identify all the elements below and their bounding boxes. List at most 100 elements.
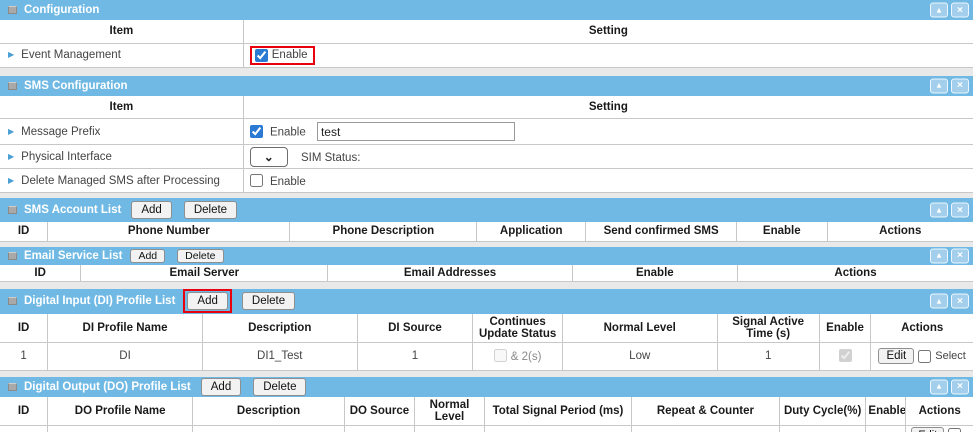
- do-duty-cycle-cell: 100: [779, 425, 866, 432]
- column-header: Phone Description: [290, 222, 477, 241]
- section-square-icon: [8, 6, 17, 14]
- do-normal-level-cell: Low: [414, 425, 484, 432]
- column-header: ID: [0, 314, 48, 343]
- collapse-icon[interactable]: ▴: [930, 248, 948, 263]
- column-header: Normal Level: [562, 314, 717, 343]
- section-title: Configuration: [24, 4, 99, 16]
- event-management-label-cell: ▶Event Management: [0, 43, 243, 67]
- enable-label: Enable: [270, 176, 306, 188]
- collapse-icon[interactable]: ▴: [930, 78, 948, 93]
- row-arrow-icon: ▶: [8, 50, 14, 59]
- column-header: Email Addresses: [328, 265, 572, 282]
- table-row: 1 DI DI1_Test 1 & 2(s) Low 1 Edit Select: [0, 342, 973, 370]
- add-button[interactable]: Add: [130, 249, 165, 263]
- select-checkbox[interactable]: [918, 350, 931, 363]
- message-prefix-input[interactable]: [317, 122, 515, 141]
- physical-interface-label-cell: ▶Physical Interface: [0, 145, 243, 169]
- table-row: ▶Delete Managed SMS after Processing Ena…: [0, 169, 973, 193]
- message-prefix-label-cell: ▶Message Prefix: [0, 119, 243, 145]
- physical-interface-select[interactable]: ⌄: [250, 147, 288, 167]
- close-icon[interactable]: ✕: [951, 248, 969, 263]
- edit-button[interactable]: Edit: [911, 427, 944, 432]
- close-icon[interactable]: ✕: [951, 294, 969, 309]
- column-header: Actions: [906, 397, 973, 426]
- section-square-icon: [8, 206, 17, 214]
- add-button[interactable]: Add: [201, 378, 241, 396]
- column-header: Signal Active Time (s): [717, 314, 819, 343]
- row-arrow-icon: ▶: [8, 127, 14, 136]
- select-checkbox[interactable]: [948, 428, 961, 432]
- column-header: Actions: [871, 314, 973, 343]
- do-description-cell: FANONOFF: [193, 425, 345, 432]
- di-actions-cell: Edit Select: [871, 342, 973, 370]
- di-profile-list-header: Digital Input (DI) Profile List Add Dele…: [0, 289, 973, 314]
- delete-managed-sms-label-cell: ▶Delete Managed SMS after Processing: [0, 169, 243, 193]
- red-annotation-box: Enable: [250, 46, 315, 65]
- column-header: DI Profile Name: [48, 314, 203, 343]
- update-status-checkbox: [494, 349, 507, 362]
- add-button[interactable]: Add: [187, 292, 227, 310]
- collapse-icon[interactable]: ▴: [930, 203, 948, 218]
- table-row: ▶Message Prefix Enable: [0, 119, 973, 145]
- delete-managed-sms-enable-checkbox[interactable]: [250, 174, 263, 187]
- close-icon[interactable]: ✕: [951, 203, 969, 218]
- close-icon[interactable]: ✕: [951, 379, 969, 394]
- table-row: 1 FAN FANONOFF 1 Low 10000 & 0 100 Edit …: [0, 425, 973, 432]
- event-management-setting-cell: Enable: [243, 43, 973, 67]
- delete-button[interactable]: Delete: [177, 249, 223, 263]
- do-actions-cell: Edit Select: [906, 425, 973, 432]
- add-button[interactable]: Add: [131, 201, 171, 219]
- select-label: Select: [935, 350, 966, 362]
- delete-button[interactable]: Delete: [242, 292, 295, 310]
- column-header: Description: [193, 397, 345, 426]
- column-header-setting: Setting: [243, 20, 973, 43]
- do-name-cell: FAN: [48, 425, 193, 432]
- do-enable-cell: [866, 425, 906, 432]
- section-title: Email Service List: [24, 250, 122, 262]
- section-title: Digital Input (DI) Profile List: [24, 295, 175, 307]
- delete-button[interactable]: Delete: [184, 201, 237, 219]
- section-square-icon: [8, 297, 17, 305]
- column-header: Enable: [819, 314, 871, 343]
- section-square-icon: [8, 383, 17, 391]
- column-header: ID: [0, 265, 81, 282]
- do-profile-list-section: Digital Output (DO) Profile List Add Del…: [0, 377, 973, 432]
- column-header: Actions: [827, 222, 973, 241]
- section-title: SMS Account List: [24, 204, 121, 216]
- enable-label: Enable: [270, 127, 306, 139]
- delete-managed-sms-setting-cell: Enable: [243, 169, 973, 193]
- column-header: Enable: [866, 397, 906, 426]
- collapse-icon[interactable]: ▴: [930, 294, 948, 309]
- di-update-status-cell: & 2(s): [473, 342, 563, 370]
- collapse-icon[interactable]: ▴: [930, 3, 948, 18]
- email-service-list-header: Email Service List Add Delete ▴ ✕: [0, 247, 973, 265]
- di-source-cell: 1: [357, 342, 473, 370]
- section-title: SMS Configuration: [24, 80, 128, 92]
- delete-button[interactable]: Delete: [253, 378, 306, 396]
- event-management-enable-checkbox[interactable]: [255, 49, 268, 62]
- di-enable-cell: [819, 342, 871, 370]
- column-header: DI Source: [357, 314, 473, 343]
- column-header: Repeat & Counter: [631, 397, 779, 426]
- close-icon[interactable]: ✕: [951, 78, 969, 93]
- message-prefix-enable-checkbox[interactable]: [250, 125, 263, 138]
- row-arrow-icon: ▶: [8, 152, 14, 161]
- table-row: ▶Physical Interface ⌄ SIM Status:: [0, 145, 973, 169]
- di-id-cell: 1: [0, 342, 48, 370]
- sim-status-label: SIM Status:: [301, 152, 360, 164]
- di-profile-list-section: Digital Input (DI) Profile List Add Dele…: [0, 289, 973, 371]
- column-header: Send confirmed SMS: [586, 222, 737, 241]
- chevron-down-icon: ⌄: [264, 152, 274, 162]
- do-profile-list-header: Digital Output (DO) Profile List Add Del…: [0, 377, 973, 397]
- column-header: DO Profile Name: [48, 397, 193, 426]
- column-header: Phone Number: [48, 222, 290, 241]
- column-header: Actions: [738, 265, 973, 282]
- edit-button[interactable]: Edit: [878, 348, 914, 364]
- section-title: Digital Output (DO) Profile List: [24, 381, 191, 393]
- collapse-icon[interactable]: ▴: [930, 379, 948, 394]
- close-icon[interactable]: ✕: [951, 3, 969, 18]
- enable-label: Enable: [272, 49, 308, 61]
- section-square-icon: [8, 252, 17, 260]
- row-arrow-icon: ▶: [8, 176, 14, 185]
- email-service-list-section: Email Service List Add Delete ▴ ✕ ID Ema…: [0, 247, 973, 282]
